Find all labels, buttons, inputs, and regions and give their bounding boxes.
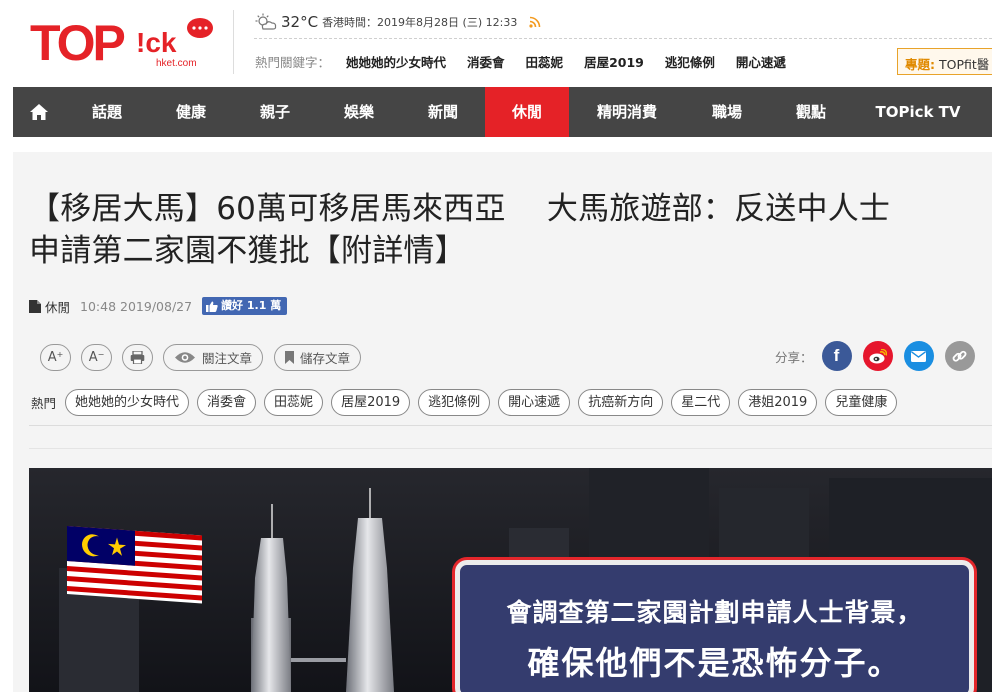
follow-article-button[interactable]: 關注文章 — [163, 343, 264, 371]
font-increase-button[interactable]: A + — [40, 343, 71, 371]
nav-home[interactable] — [13, 87, 65, 137]
save-label: 儲存文章 — [300, 350, 351, 366]
save-article-button[interactable]: 儲存文章 — [274, 343, 362, 371]
nav-item-leisure[interactable]: 休閒 — [485, 87, 569, 137]
nav-item-news[interactable]: 新聞 — [401, 87, 485, 137]
malaysia-flag — [67, 526, 202, 604]
partly-cloudy-icon — [255, 13, 277, 30]
svg-text:TOP: TOP — [30, 15, 125, 71]
nav-item-parenting[interactable]: 親子 — [233, 87, 317, 137]
print-icon — [130, 350, 145, 364]
main-nav: 話題 健康 親子 娛樂 新聞 休閒 精明消費 職場 觀點 TOPick TV — [13, 87, 992, 137]
nav-item-topics[interactable]: 話題 — [65, 87, 149, 137]
bookmark-icon — [285, 350, 295, 364]
datetime: 香港時間：2019年8月28日 (三) 12:33 — [322, 16, 518, 29]
tag-chip[interactable]: 開心速遞 — [498, 389, 571, 416]
caption-line-1: 會調查第二家園計劃申請人士背景， — [506, 598, 923, 627]
article-category[interactable]: 休閒 — [45, 297, 70, 316]
keyword-link[interactable]: 居屋2019 — [584, 52, 644, 71]
article-title: 【移居大馬】60萬可移居馬來西亞 大馬旅遊部：反送中人士 申請第二家園不獲批【附… — [29, 188, 979, 272]
tag-chip[interactable]: 消委會 — [197, 389, 257, 416]
hot-keywords: 熱門關鍵字： 她她她的少女時代 消委會 田蕊妮 居屋2019 逃犯條例 開心速遞 — [255, 52, 807, 71]
tag-chip[interactable]: 抗癌新方向 — [578, 389, 664, 416]
link-icon — [952, 350, 967, 362]
home-icon — [30, 104, 48, 120]
keyword-link[interactable]: 田蕊妮 — [526, 52, 564, 71]
keyword-link[interactable]: 開心速遞 — [736, 52, 786, 71]
tag-chip[interactable]: 星二代 — [671, 389, 731, 416]
weibo-share-button[interactable] — [862, 341, 893, 371]
font-decrease-button[interactable]: A − — [81, 343, 112, 371]
facebook-like-button[interactable]: 讚好 1.1 萬 — [202, 297, 288, 315]
hero-caption: 會調查第二家園計劃申請人士背景， 確保他們不是恐怖分子。 — [455, 560, 974, 692]
caption-line-2: 確保他們不是恐怖分子。 — [527, 644, 902, 682]
copy-link-button[interactable] — [944, 341, 975, 371]
nav-item-topick-tv[interactable]: TOPick TV — [853, 87, 983, 137]
header-divider — [233, 10, 234, 74]
email-share-button[interactable] — [903, 341, 934, 371]
article-time: 10:48 2019/08/27 — [80, 298, 193, 314]
svg-text:hket.com: hket.com — [156, 58, 197, 69]
tag-chip[interactable]: 田蕊妮 — [264, 389, 324, 416]
nav-item-career[interactable]: 職場 — [685, 87, 769, 137]
section-divider — [29, 448, 992, 449]
tag-chip[interactable]: 她她她的少女時代 — [65, 389, 190, 416]
hot-tags: 熱門 她她她的少女時代 消委會 田蕊妮 居屋2019 逃犯條例 開心速遞 抗癌新… — [31, 389, 905, 416]
keywords-label: 熱門關鍵字： — [255, 55, 331, 70]
tag-chip[interactable]: 逃犯條例 — [418, 389, 491, 416]
article-meta: 休閒 10:48 2019/08/27 讚好 1.1 萬 — [29, 296, 288, 316]
share-bar: 分享： f — [775, 341, 986, 371]
skybridge — [291, 658, 346, 662]
nav-item-entertainment[interactable]: 娛樂 — [317, 87, 401, 137]
document-icon — [29, 299, 41, 313]
temperature: 32°C — [281, 13, 319, 31]
tags-label: 熱門 — [31, 396, 57, 411]
nav-item-shopping[interactable]: 精明消費 — [569, 87, 685, 137]
section-divider — [29, 425, 992, 426]
nav-item-health[interactable]: 健康 — [149, 87, 233, 137]
email-icon — [911, 350, 927, 362]
share-label: 分享： — [775, 349, 813, 365]
weibo-icon — [869, 348, 887, 363]
svg-text:!ck: !ck — [136, 27, 177, 58]
follow-label: 關注文章 — [202, 350, 253, 366]
like-count: 讚好 1.1 萬 — [221, 299, 282, 312]
keyword-link[interactable]: 消委會 — [467, 52, 505, 71]
topic-button[interactable]: 專題: TOPfit醫 — [897, 48, 992, 75]
thumbs-up-icon — [206, 301, 218, 312]
facebook-share-button[interactable]: f — [821, 341, 852, 371]
topic-label: 專題: — [905, 57, 935, 72]
weather-bar: 32°C 香港時間：2019年8月28日 (三) 12:33 — [255, 12, 541, 32]
title-line-1: 【移居大馬】60萬可移居馬來西亞 大馬旅遊部：反送中人士 — [29, 191, 891, 227]
dashed-divider — [254, 38, 992, 39]
site-header: TOP !ck hket.com 32°C 香港時間：2019年8月28日 (三… — [0, 0, 992, 87]
title-line-2: 申請第二家園不獲批【附詳情】 — [29, 233, 466, 269]
topic-text: TOPfit醫 — [938, 57, 990, 72]
print-button[interactable] — [122, 343, 153, 371]
article-tools: A + A − 關注文章 儲存文章 — [40, 342, 372, 372]
nav-item-opinion[interactable]: 觀點 — [769, 87, 853, 137]
tag-chip[interactable]: 兒童健康 — [825, 389, 898, 416]
eye-icon — [175, 351, 195, 363]
tag-chip[interactable]: 港姐2019 — [738, 389, 818, 416]
rss-icon[interactable] — [529, 16, 541, 28]
keyword-link[interactable]: 逃犯條例 — [665, 52, 715, 71]
tag-chip[interactable]: 居屋2019 — [331, 389, 411, 416]
topick-logo[interactable]: TOP !ck hket.com — [28, 10, 218, 74]
facebook-icon: f — [833, 346, 840, 365]
keyword-link[interactable]: 她她她的少女時代 — [346, 52, 446, 71]
